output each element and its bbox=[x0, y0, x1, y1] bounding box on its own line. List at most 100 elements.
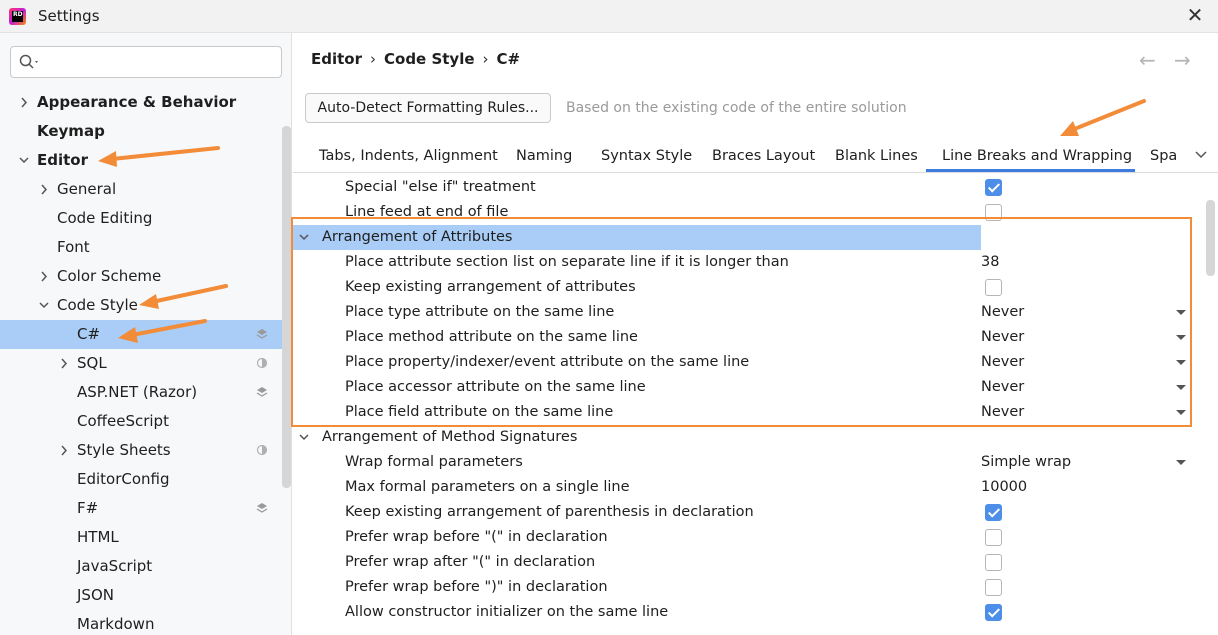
setting-row[interactable]: Keep existing arrangement of attributes bbox=[293, 275, 1205, 300]
close-button[interactable]: ✕ bbox=[1182, 3, 1208, 29]
tree-item-label: F# bbox=[77, 499, 99, 517]
tree-item-label: Code Style bbox=[57, 296, 138, 314]
tree-item-style-sheets[interactable]: Style Sheets bbox=[0, 436, 280, 465]
tree-item-code-editing[interactable]: Code Editing bbox=[0, 204, 280, 233]
checkbox-unchecked[interactable] bbox=[985, 554, 1002, 571]
setting-row[interactable]: Special "else if" treatment bbox=[293, 175, 1205, 200]
setting-row[interactable]: Prefer wrap after "(" in declaration bbox=[293, 550, 1205, 575]
back-arrow-icon[interactable]: ← bbox=[1139, 48, 1156, 72]
tree-item-keymap[interactable]: Keymap bbox=[0, 117, 280, 146]
setting-row[interactable]: Prefer wrap before "(" in declaration bbox=[293, 525, 1205, 550]
tree-item-markdown[interactable]: Markdown bbox=[0, 610, 280, 635]
breadcrumb-code-style[interactable]: Code Style bbox=[384, 50, 475, 68]
setting-label: Allow constructor initializer on the sam… bbox=[345, 604, 669, 620]
tab-overflow-chevron-icon[interactable] bbox=[1194, 148, 1208, 164]
number-value-field[interactable]: 10000 bbox=[981, 475, 1027, 500]
chevron-right-icon[interactable] bbox=[37, 262, 51, 291]
setting-row[interactable]: Prefer wrap before ")" in declaration bbox=[293, 575, 1205, 600]
tree-scrollbar-thumb[interactable] bbox=[282, 126, 291, 488]
tree-item-label: Color Scheme bbox=[57, 267, 162, 285]
tab-naming[interactable]: Naming bbox=[504, 140, 584, 172]
setting-row[interactable]: Place method attribute on the same line N… bbox=[293, 325, 1205, 350]
tree-item-editorconfig[interactable]: EditorConfig bbox=[0, 465, 280, 494]
tree-item-coffeescript[interactable]: CoffeeScript bbox=[0, 407, 280, 436]
settings-group-header[interactable]: Arrangement of Attributes bbox=[293, 225, 1205, 250]
setting-row[interactable]: Allow constructor initializer on the sam… bbox=[293, 600, 1205, 625]
checkbox-unchecked[interactable] bbox=[985, 279, 1002, 296]
checkbox-checked[interactable] bbox=[985, 604, 1002, 621]
dropdown-value[interactable]: Simple wrap bbox=[981, 450, 1071, 475]
checkbox-unchecked[interactable] bbox=[985, 529, 1002, 546]
settings-group-header[interactable]: Arrangement of Method Signatures bbox=[293, 425, 1205, 450]
checkbox-unchecked[interactable] bbox=[985, 579, 1002, 596]
tree-item-fsharp[interactable]: F# bbox=[0, 494, 280, 523]
dropdown-value[interactable]: Never bbox=[981, 300, 1024, 325]
setting-label: Wrap formal parameters bbox=[345, 454, 523, 470]
layers-icon bbox=[256, 502, 268, 514]
setting-row[interactable]: Keep existing arrangement of parenthesis… bbox=[293, 500, 1205, 525]
search-field[interactable] bbox=[10, 46, 282, 78]
setting-row[interactable]: Wrap formal parameters Simple wrap bbox=[293, 450, 1205, 475]
chevron-down-icon[interactable] bbox=[37, 291, 51, 320]
chevron-right-icon[interactable] bbox=[37, 175, 51, 204]
tree-item-label: HTML bbox=[77, 528, 119, 546]
tree-item-label: Code Editing bbox=[57, 209, 153, 227]
setting-label: Keep existing arrangement of parenthesis… bbox=[345, 504, 754, 520]
tab-braces-layout[interactable]: Braces Layout bbox=[700, 140, 820, 172]
setting-label: Prefer wrap after "(" in declaration bbox=[345, 554, 596, 570]
checkbox-unchecked[interactable] bbox=[985, 204, 1002, 221]
window-title: Settings bbox=[38, 7, 100, 25]
rider-app-icon: RD bbox=[9, 8, 26, 25]
chevron-down-icon[interactable] bbox=[17, 146, 31, 175]
tab-spaces[interactable]: Spa bbox=[1138, 140, 1178, 172]
checkbox-checked[interactable] bbox=[985, 179, 1002, 196]
setting-label: Max formal parameters on a single line bbox=[345, 479, 630, 495]
chevron-right-icon[interactable] bbox=[17, 88, 31, 117]
checkbox-checked[interactable] bbox=[985, 504, 1002, 521]
tree-item-csharp[interactable]: C# bbox=[0, 320, 292, 349]
tab-tabs-indents-alignment[interactable]: Tabs, Indents, Alignment bbox=[307, 140, 512, 172]
tree-item-label: CoffeeScript bbox=[77, 412, 169, 430]
dropdown-value[interactable]: Never bbox=[981, 350, 1024, 375]
chevron-right-icon[interactable] bbox=[57, 349, 71, 378]
settings-scrollbar-thumb[interactable] bbox=[1206, 200, 1215, 276]
tab-blank-lines[interactable]: Blank Lines bbox=[823, 140, 923, 172]
tab-syntax-style[interactable]: Syntax Style bbox=[589, 140, 699, 172]
layers-icon bbox=[256, 328, 268, 340]
setting-row[interactable]: Line feed at end of file bbox=[293, 200, 1205, 225]
tree-item-code-style[interactable]: Code Style bbox=[0, 291, 280, 320]
tree-item-editor[interactable]: Editor bbox=[0, 146, 280, 175]
breadcrumb: Editor › Code Style › C# bbox=[311, 50, 520, 68]
tree-item-appearance-behavior[interactable]: Appearance & Behavior bbox=[0, 88, 280, 117]
dropdown-value[interactable]: Never bbox=[981, 400, 1024, 425]
setting-row[interactable]: Max formal parameters on a single line 10… bbox=[293, 475, 1205, 500]
tree-item-sql[interactable]: SQL bbox=[0, 349, 280, 378]
arrow-to-line-breaks-tab bbox=[1060, 99, 1146, 136]
dropdown-value[interactable]: Never bbox=[981, 375, 1024, 400]
tree-item-javascript[interactable]: JavaScript bbox=[0, 552, 280, 581]
tree-item-font[interactable]: Font bbox=[0, 233, 280, 262]
tree-item-general[interactable]: General bbox=[0, 175, 280, 204]
search-input[interactable] bbox=[45, 52, 275, 72]
setting-row[interactable]: Place type attribute on the same line Nev… bbox=[293, 300, 1205, 325]
tree-item-label: SQL bbox=[77, 354, 107, 372]
tab-line-breaks-and-wrapping[interactable]: Line Breaks and Wrapping bbox=[926, 140, 1135, 172]
half-circle-icon bbox=[256, 444, 268, 456]
tree-item-color-scheme[interactable]: Color Scheme bbox=[0, 262, 280, 291]
setting-row[interactable]: Place attribute section list on separate… bbox=[293, 250, 1205, 275]
breadcrumb-editor[interactable]: Editor bbox=[311, 50, 362, 68]
setting-row[interactable]: Place field attribute on the same line Ne… bbox=[293, 400, 1205, 425]
setting-label: Place accessor attribute on the same lin… bbox=[345, 379, 646, 395]
tree-item-asp-net-razor[interactable]: ASP.NET (Razor) bbox=[0, 378, 280, 407]
setting-row[interactable]: Place property/indexer/event attribute o… bbox=[293, 350, 1205, 375]
auto-detect-button[interactable]: Auto-Detect Formatting Rules... bbox=[305, 93, 551, 123]
chevron-right-icon[interactable] bbox=[57, 436, 71, 465]
number-value-field[interactable]: 38 bbox=[981, 250, 999, 275]
dropdown-value[interactable]: Never bbox=[981, 325, 1024, 350]
setting-row[interactable]: Place accessor attribute on the same lin… bbox=[293, 375, 1205, 400]
tree-item-json[interactable]: JSON bbox=[0, 581, 280, 610]
tree-item-label: Keymap bbox=[37, 122, 105, 140]
layers-icon bbox=[256, 386, 268, 398]
tree-item-html[interactable]: HTML bbox=[0, 523, 280, 552]
forward-arrow-icon[interactable]: → bbox=[1174, 48, 1191, 72]
